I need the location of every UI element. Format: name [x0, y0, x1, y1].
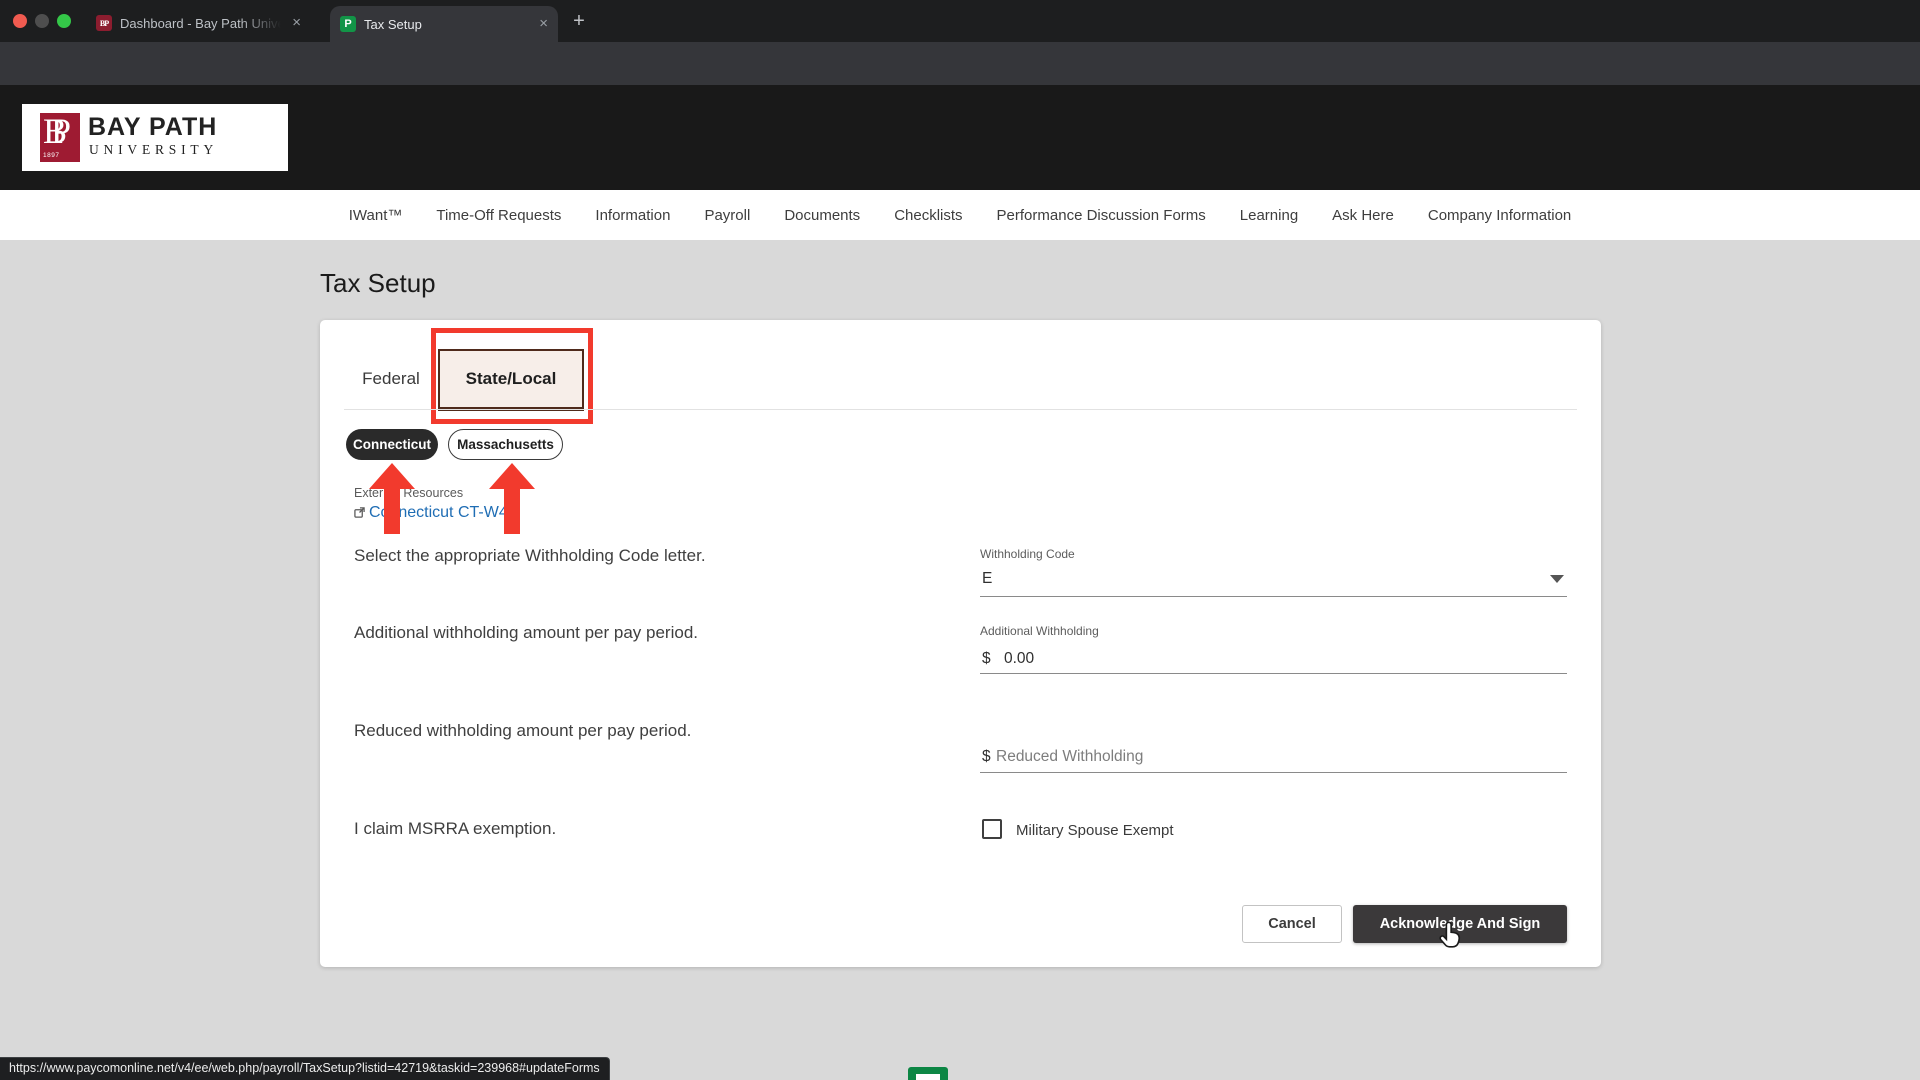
close-window-button[interactable] — [13, 14, 27, 28]
browser-tab-dashboard[interactable]: BP Dashboard - Bay Path Univers × — [86, 8, 311, 38]
baypath-monogram-icon: BP 1897 — [40, 113, 80, 162]
field-label: Withholding Code — [980, 547, 1075, 561]
status-url-tooltip: https://www.paycomonline.net/v4/ee/web.p… — [0, 1057, 610, 1080]
browser-tab-strip: BP Dashboard - Bay Path Univers × P Tax … — [0, 0, 1920, 42]
close-tab-icon[interactable]: × — [533, 15, 558, 34]
paycom-logo-peek-icon — [908, 1067, 948, 1080]
tab-title: Tax Setup — [364, 17, 533, 32]
zoom-window-button[interactable] — [57, 14, 71, 28]
nav-item-information[interactable]: Information — [595, 207, 670, 224]
tab-federal[interactable]: Federal — [344, 349, 438, 409]
field-value: E — [982, 570, 992, 588]
nav-item-payroll[interactable]: Payroll — [704, 207, 750, 224]
field-value: 0.00 — [1004, 650, 1034, 668]
paycom-favicon-icon: P — [340, 16, 356, 32]
logo-line1: BAY PATH — [88, 113, 217, 142]
nav-item-time-off-requests[interactable]: Time-Off Requests — [436, 207, 561, 224]
nav-item-ask-here[interactable]: Ask Here — [1332, 207, 1394, 224]
browser-toolbar: ← → paycomonline.net/v4/ee/web.php/payro… — [0, 42, 1920, 85]
nav-item-iwant[interactable]: IWant™ — [349, 207, 403, 224]
external-link-icon — [354, 507, 365, 518]
new-tab-button[interactable]: + — [566, 9, 592, 35]
main-navigation: IWant™ Time-Off Requests Information Pay… — [0, 190, 1920, 240]
window-controls[interactable] — [13, 14, 71, 28]
cancel-button[interactable]: Cancel — [1242, 905, 1342, 943]
nav-item-checklists[interactable]: Checklists — [894, 207, 962, 224]
nav-item-learning[interactable]: Learning — [1240, 207, 1298, 224]
question-msrra-exemption: I claim MSRRA exemption. — [354, 819, 914, 839]
question-reduced-withholding: Reduced withholding amount per pay perio… — [354, 721, 914, 741]
state-pill-massachusetts[interactable]: Massachusetts — [448, 429, 563, 460]
nav-item-performance-discussion-forms[interactable]: Performance Discussion Forms — [997, 207, 1206, 224]
tax-setup-card: Federal State/Local Connecticut Massachu… — [320, 320, 1601, 967]
currency-prefix: $ — [982, 650, 991, 668]
minimize-window-button[interactable] — [35, 14, 49, 28]
state-pill-connecticut[interactable]: Connecticut — [346, 429, 438, 460]
tabs-divider — [344, 409, 1577, 410]
baypath-favicon-icon: BP — [96, 15, 112, 31]
baypath-logo[interactable]: BP 1897 BAY PATH UNIVERSITY — [22, 104, 288, 171]
field-underline — [980, 673, 1567, 674]
cursor-pointer — [1438, 921, 1464, 951]
currency-prefix: $ — [982, 748, 991, 766]
question-additional-withholding: Additional withholding amount per pay pe… — [354, 623, 914, 643]
screen: BP Dashboard - Bay Path Univers × P Tax … — [0, 0, 1920, 1080]
page-title: Tax Setup — [320, 268, 436, 299]
logo-line2: UNIVERSITY — [89, 142, 218, 158]
browser-tab-tax-setup[interactable]: P Tax Setup × — [330, 6, 558, 42]
field-placeholder: Reduced Withholding — [996, 748, 1143, 766]
annotation-arrow-connecticut — [367, 463, 417, 534]
field-underline — [980, 772, 1567, 773]
nav-item-company-information[interactable]: Company Information — [1428, 207, 1571, 224]
military-spouse-exempt-checkbox[interactable] — [982, 819, 1002, 839]
tab-title: Dashboard - Bay Path Univers — [120, 16, 286, 31]
annotation-arrow-massachusetts — [487, 463, 537, 534]
close-tab-icon[interactable]: × — [286, 14, 311, 33]
field-label: Additional Withholding — [980, 624, 1099, 638]
nav-item-documents[interactable]: Documents — [784, 207, 860, 224]
question-withholding-code: Select the appropriate Withholding Code … — [354, 546, 914, 566]
field-underline — [980, 596, 1567, 597]
site-header: BP 1897 BAY PATH UNIVERSITY IWant™ 1 ? — [0, 85, 1920, 190]
checkbox-label: Military Spouse Exempt — [1016, 822, 1174, 839]
chevron-down-icon[interactable] — [1550, 575, 1564, 583]
